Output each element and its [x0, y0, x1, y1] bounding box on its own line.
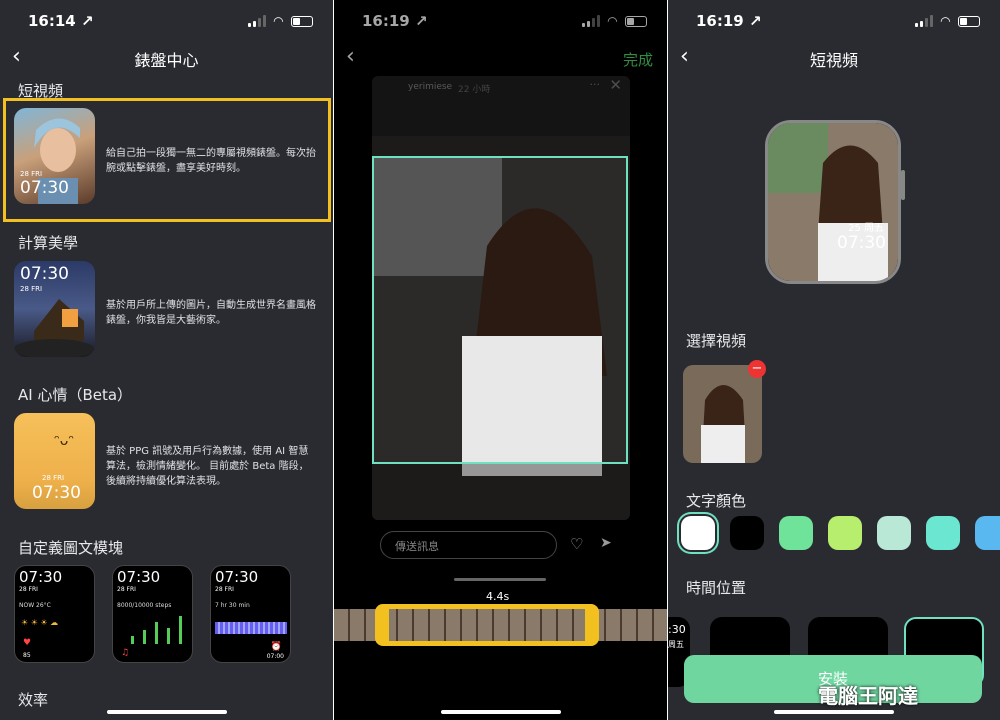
status-bar: 16:14 ↗ ◠: [0, 0, 333, 42]
status-time: 16:19 ↗: [696, 12, 762, 30]
mini-time: 07:30: [117, 568, 161, 586]
mini-footer: 85: [23, 652, 31, 659]
video-crop-screen: 16:19 ↗ ◠ ‹ 完成 yerimiese 22 小時 ··· ✕ 傳送訊…: [334, 0, 667, 720]
text-color-title: 文字顏色: [686, 492, 747, 510]
swatch-green[interactable]: [779, 516, 813, 550]
status-time: 16:14 ↗: [28, 12, 94, 30]
watch-preview: 25 周五 07:30: [765, 120, 901, 284]
face-date: 28 FRI: [20, 285, 43, 293]
mini-date: 28 FRI: [117, 586, 136, 593]
remove-icon[interactable]: −: [748, 360, 766, 378]
mini-time: 07:30: [215, 568, 259, 586]
mini-date: 28 FRI: [19, 586, 38, 593]
sun-icon: ☀ ☀ ☀ ☁: [21, 618, 59, 627]
back-icon[interactable]: ‹: [680, 44, 689, 69]
watch-face-photo: [768, 123, 898, 281]
face-date: 28 FRI: [42, 474, 65, 482]
send-icon[interactable]: ➤: [600, 535, 612, 551]
smile-icon: ᵔᴗᵔ: [54, 433, 75, 449]
page-title: 錶盤中心: [134, 51, 199, 70]
custom-face-weather[interactable]: 07:30 28 FRI NOW 26°C ☀ ☀ ☀ ☁ ♥ 85: [14, 565, 95, 663]
back-icon[interactable]: ‹: [12, 44, 21, 69]
signal-icon: [581, 15, 600, 27]
video-thumb-photo: [701, 385, 745, 463]
section-title-aesthetics: 計算美學: [18, 234, 79, 252]
swatch-lime[interactable]: [828, 516, 862, 550]
watch-face-center-screen: 16:14 ↗ ◠ ‹ 錶盤中心 短視頻 28 FRI 07:30 給自己拍一段…: [0, 0, 333, 720]
nav-bar: ‹ 錶盤中心: [0, 42, 333, 76]
signal-icon: [247, 15, 266, 27]
battery-icon: [625, 15, 647, 27]
signal-icon: [914, 15, 933, 27]
home-indicator: [106, 710, 227, 714]
section-title-custom: 自定義圖文模塊: [18, 539, 124, 557]
section-title-efficiency: 效率: [18, 691, 49, 709]
sleep-chart: [215, 622, 287, 634]
watch-time: 07:30: [837, 233, 886, 253]
wifi-icon: ◠: [940, 14, 950, 28]
status-time: 16:19 ↗: [362, 12, 428, 30]
time-position-title: 時間位置: [686, 579, 747, 597]
swatch-mint[interactable]: [877, 516, 911, 550]
done-button[interactable]: 完成: [623, 49, 653, 70]
home-indicator: [774, 710, 894, 714]
tpos-day: 周五: [668, 640, 684, 649]
aesthetics-face-thumb[interactable]: 07:30 28 FRI: [14, 261, 95, 357]
swatch-blue[interactable]: [975, 516, 1000, 550]
ai-mood-face-thumb[interactable]: ᵔᴗᵔ 28 FRI 07:30: [14, 413, 95, 509]
mini-time: 07:30: [19, 568, 63, 586]
message-input[interactable]: 傳送訊息: [380, 531, 557, 559]
music-icon: ♫: [121, 648, 130, 658]
alarm-icon: ⏰: [270, 642, 282, 652]
select-video-title: 選擇視頻: [686, 332, 747, 350]
wifi-icon: ◠: [273, 14, 283, 28]
home-indicator: [440, 710, 561, 714]
face-time: 07:30: [32, 483, 81, 503]
wifi-icon: ◠: [607, 14, 617, 28]
heart-icon[interactable]: ♡: [570, 535, 583, 553]
short-video-screen: 16:19 ↗ ◠ ‹ 短視頻 25 周五 07:30 選擇視頻 − 文字顏色 …: [668, 0, 1000, 720]
swatch-white[interactable]: [681, 516, 715, 550]
crop-box[interactable]: [372, 156, 628, 464]
status-bar: 16:19 ↗ ◠: [668, 0, 1000, 42]
nav-bar: ‹ 完成: [334, 42, 667, 76]
steps-bars: [131, 616, 182, 644]
mini-date: 28 FRI: [215, 586, 234, 593]
selected-video-thumb[interactable]: [683, 365, 762, 463]
swatch-black[interactable]: [730, 516, 764, 550]
short-video-face-thumb[interactable]: 28 FRI 07:30: [14, 108, 95, 204]
short-video-desc: 給自己拍一段獨一無二的專屬視頻錶盤。每次抬腕或點擊錶盤，盡享美好時刻。: [106, 148, 316, 174]
swatch-teal[interactable]: [926, 516, 960, 550]
heart-icon: ♥: [23, 638, 32, 648]
mini-sub: 8000/10000 steps: [117, 602, 172, 609]
back-icon[interactable]: ‹: [346, 44, 355, 69]
custom-face-sleep[interactable]: 07:30 28 FRI 7 hr 30 min ⏰ 07:00: [210, 565, 291, 663]
mini-sub: NOW 26°C: [19, 602, 51, 609]
custom-face-steps[interactable]: 07:30 28 FRI 8000/10000 steps ♫: [112, 565, 193, 663]
watermark: 電腦王阿達: [818, 684, 918, 708]
duration-label: 4.4s: [486, 590, 510, 603]
watch-crown: [901, 170, 905, 200]
face-date: 28 FRI: [20, 170, 43, 178]
mini-sub: 7 hr 30 min: [215, 602, 250, 609]
aesthetics-desc: 基於用戶所上傳的圖片，自動生成世界名畫風格錶盤，你我皆是大藝術家。: [106, 300, 316, 326]
nav-bar: ‹ 短視頻: [668, 42, 1000, 76]
tpos-time: :30: [668, 623, 686, 636]
watch-date: 25 周五: [848, 223, 884, 234]
mini-footer: 07:00: [266, 653, 284, 660]
trim-handle[interactable]: [375, 604, 599, 646]
battery-icon: [291, 15, 313, 27]
status-bar: 16:19 ↗ ◠: [334, 0, 667, 42]
section-title-ai-mood: AI 心情（Beta）: [18, 386, 133, 404]
face-time: 07:30: [20, 264, 69, 284]
battery-icon: [958, 15, 980, 27]
face-time: 07:30: [20, 178, 69, 198]
ai-mood-desc: 基於 PPG 訊號及用戶行為數據，使用 AI 智慧算法，檢測情緒變化。 目前處於…: [106, 446, 309, 487]
page-title: 短視頻: [809, 51, 858, 70]
divider: [454, 578, 546, 581]
